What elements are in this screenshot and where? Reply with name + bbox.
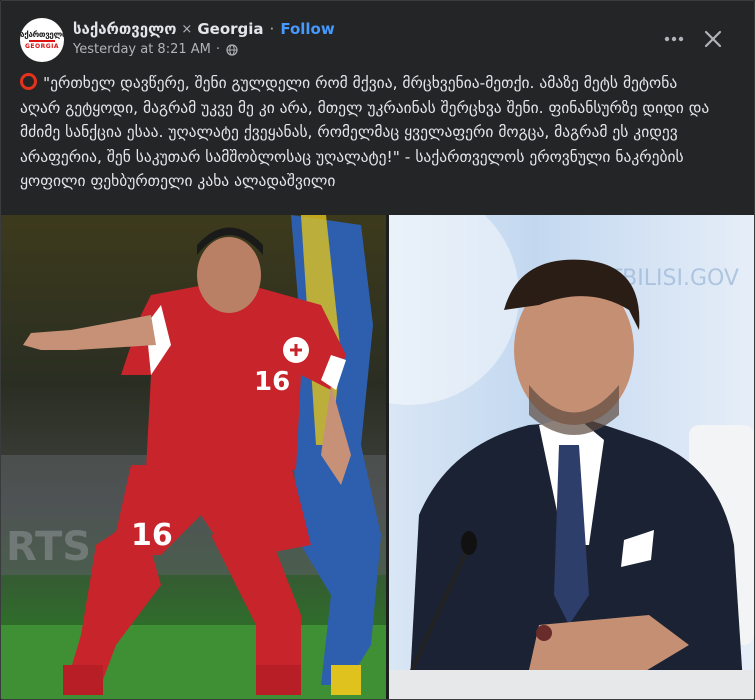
page-name-link[interactable]: საქართველო (73, 20, 176, 38)
more-options-icon[interactable] (661, 29, 687, 49)
post-meta: Yesterday at 8:21 AM · (73, 42, 238, 57)
avatar-logo-text: საქართველო (20, 30, 64, 39)
shorts-number: 16 (131, 518, 173, 553)
post-photos[interactable]: RTS 16 16 WWW.TBILISI.GOV (1, 215, 754, 699)
avatar-logo-bar (29, 40, 55, 42)
photo-footballer[interactable]: RTS 16 16 (1, 215, 386, 699)
follow-dot: · (269, 20, 275, 38)
footballer-illustration: RTS 16 16 (1, 215, 386, 699)
circle-icon (20, 73, 37, 90)
post-timestamp[interactable]: Yesterday at 8:21 AM (73, 42, 211, 57)
avatar[interactable]: საქართველო GEORGIA (20, 18, 64, 62)
board-text: RTS (6, 524, 91, 570)
post-text: "ერთხელ დავწერე, შენი გულდელი რომ მქვია,… (20, 74, 710, 190)
name-separator: × (181, 21, 193, 37)
timestamp-dot: · (215, 42, 221, 57)
avatar-logo-subtext: GEORGIA (24, 43, 60, 50)
post-body: "ერთხელ დავწერე, შენი გულდელი რომ მქვია,… (20, 71, 720, 194)
page-title-line: საქართველო × Georgia · Follow (73, 18, 335, 40)
post-header: საქართველო GEORGIA საქართველო × Georgia … (1, 1, 754, 67)
close-icon[interactable] (701, 27, 725, 51)
jersey-number: 16 (254, 367, 290, 397)
official-illustration: WWW.TBILISI.GOV (389, 215, 754, 699)
follow-button[interactable]: Follow (280, 20, 334, 38)
photo-official[interactable]: WWW.TBILISI.GOV (389, 215, 754, 699)
post-card: საქართველო GEORGIA საქართველო × Georgia … (0, 0, 755, 700)
page-name-secondary-link[interactable]: Georgia (197, 20, 263, 38)
globe-icon[interactable] (226, 43, 238, 56)
